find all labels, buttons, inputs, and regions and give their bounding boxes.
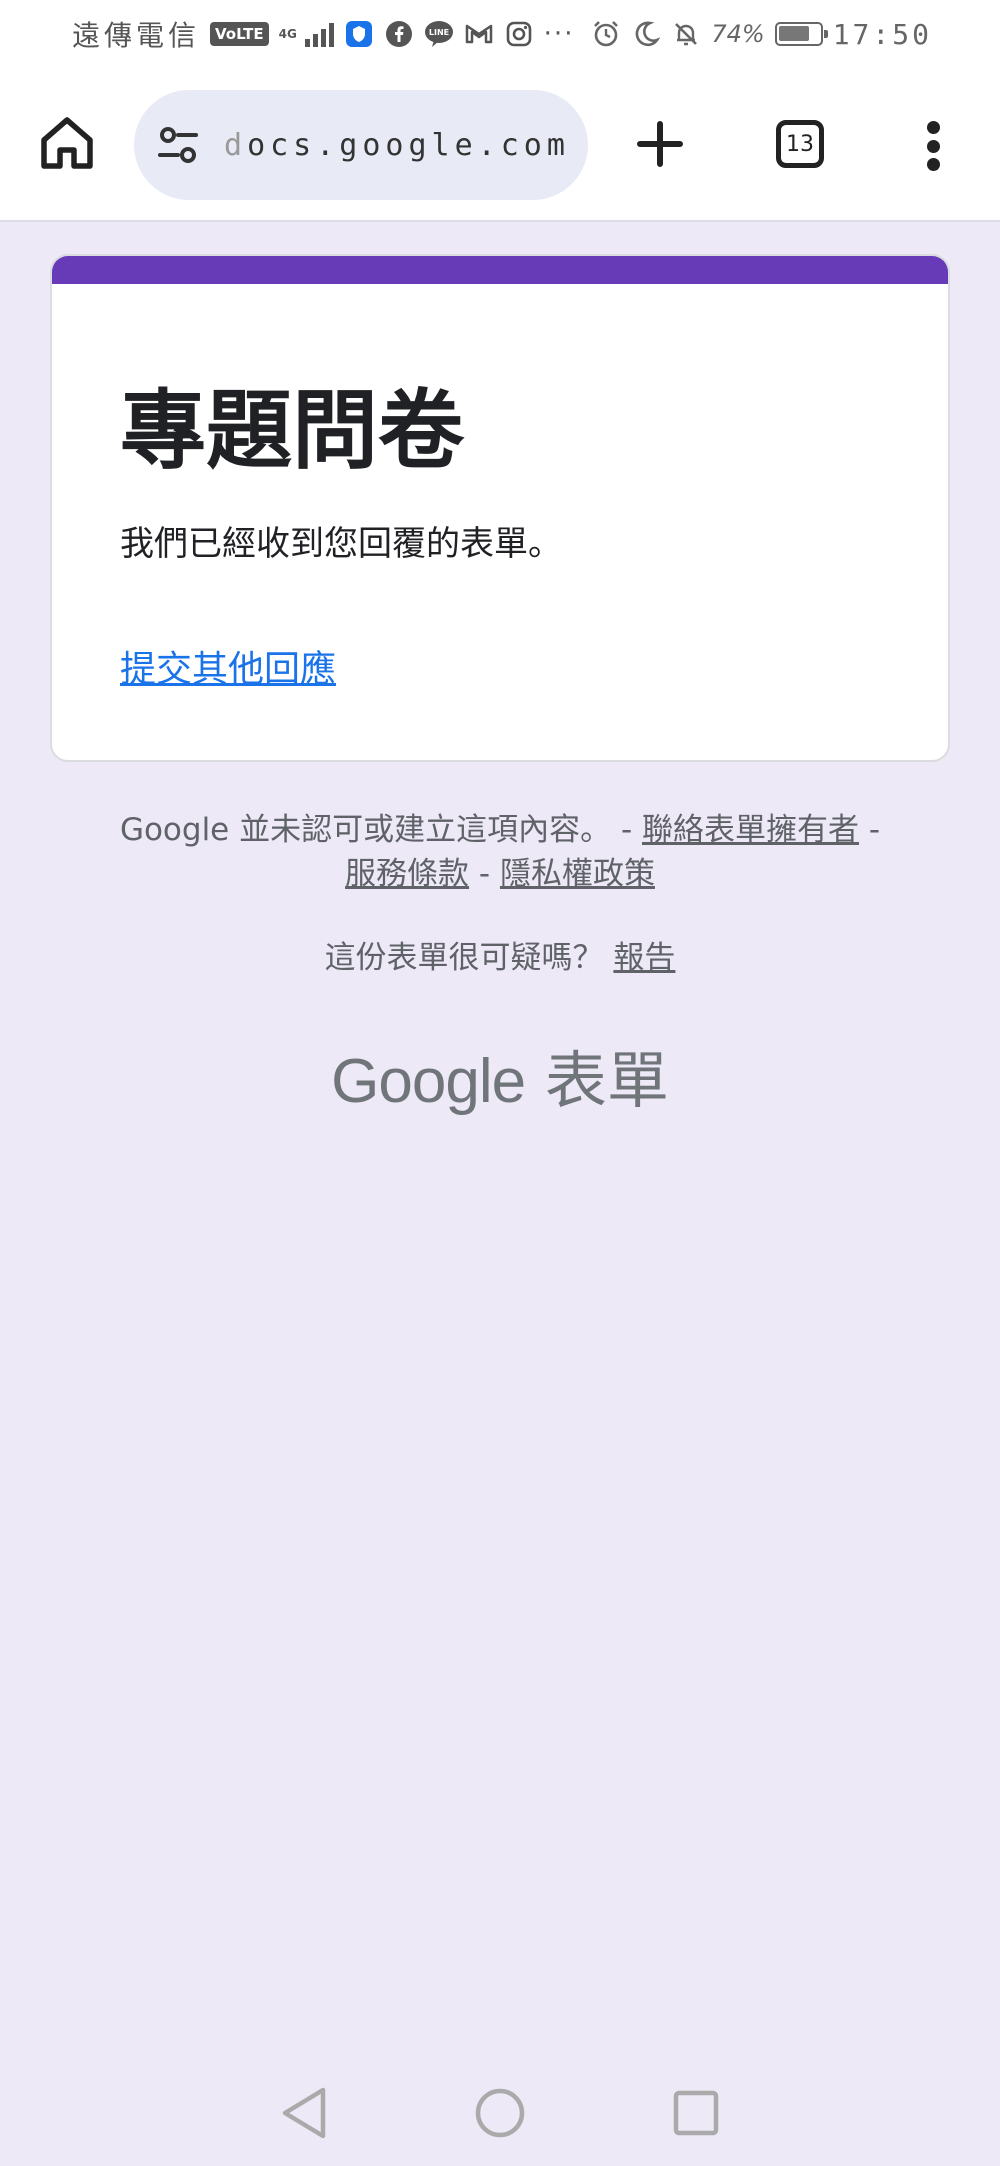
address-bar[interactable]: docs.google.com [134,90,588,200]
status-bar-left: 遠傳電信 VoLTE 4G LINE ··· [72,14,574,54]
alarm-icon [591,19,621,49]
home-icon [41,117,93,169]
volte-badge: VoLTE [210,22,269,46]
form-confirmation-card: 專題問卷 我們已經收到您回覆的表單。 提交其他回應 [50,254,950,762]
back-triangle-icon [282,2087,326,2139]
signal-icon [304,21,334,47]
gmail-icon [464,19,494,49]
battery-percent: 74% [711,20,765,48]
system-nav-bar [0,2060,1000,2166]
site-settings-icon[interactable] [154,121,202,169]
privacy-policy-link[interactable]: 隱私權政策 [500,856,655,892]
forms-wordmark: 表單 [544,1044,669,1117]
more-notifications-icon: ··· [543,19,575,49]
kebab-dot-icon [926,139,940,153]
instagram-icon [504,19,534,49]
form-footer-disclaimer: Google 並未認可或建立這項內容。 - 聯絡表單擁有者 - 服務條款 - 隱… [0,808,1000,896]
clock: 17:50 [832,17,932,51]
recents-button[interactable] [668,2085,724,2141]
home-circle-icon [475,2088,525,2138]
report-link[interactable]: 報告 [613,940,675,976]
report-abuse-line: 這份表單很可疑嗎？ 報告 [0,932,1000,977]
kebab-dot-icon [926,121,940,134]
moon-icon [631,19,661,49]
confirmation-message: 我們已經收到您回覆的表單。 [120,524,562,564]
line-icon: LINE [424,19,454,49]
terms-of-service-link[interactable]: 服務條款 [345,856,469,892]
svg-text:LINE: LINE [429,28,449,37]
network-type: 4G [278,27,297,41]
footer-line-2: 服務條款 - 隱私權政策 [0,852,1000,896]
battery-icon [774,22,828,46]
tab-switcher-button[interactable]: 13 [776,120,824,168]
status-bar: 遠傳電信 VoLTE 4G LINE ··· 74% 17:50 [0,0,1000,68]
shield-app-icon [344,19,374,49]
status-bar-right: 74% 17:50 [591,18,932,51]
separator: - [859,812,881,848]
url-text[interactable]: docs.google.com [224,128,570,163]
browser-toolbar: docs.google.com 13 [0,68,1000,222]
carrier-name: 遠傳電信 [72,19,201,52]
form-title: 專題問卷 [120,381,464,481]
separator: - [469,856,500,892]
separator: - [611,812,643,848]
contact-owner-link[interactable]: 聯絡表單擁有者 [642,812,859,848]
footer-line-1: Google 並未認可或建立這項內容。 - 聯絡表單擁有者 - [0,808,1000,852]
recents-square-icon [673,2090,719,2136]
tab-count: 13 [786,131,814,157]
facebook-icon [384,19,414,49]
google-wordmark: Google [331,1047,526,1116]
suspicious-form-text: 這份表單很可疑嗎？ [324,940,604,976]
back-button[interactable] [276,2085,332,2141]
home-button[interactable] [36,112,98,174]
form-accent-bar [52,256,948,284]
mute-bell-icon [671,19,701,49]
disclaimer-text: Google 並未認可或建立這項內容。 [119,812,612,848]
submit-another-response-link[interactable]: 提交其他回應 [120,640,336,692]
more-menu-button[interactable] [918,118,948,174]
google-forms-logo[interactable]: Google 表單 [0,1030,1000,1120]
new-tab-button[interactable] [632,116,688,172]
home-nav-button[interactable] [472,2085,528,2141]
kebab-dot-icon [926,158,940,171]
plus-icon [637,121,683,167]
